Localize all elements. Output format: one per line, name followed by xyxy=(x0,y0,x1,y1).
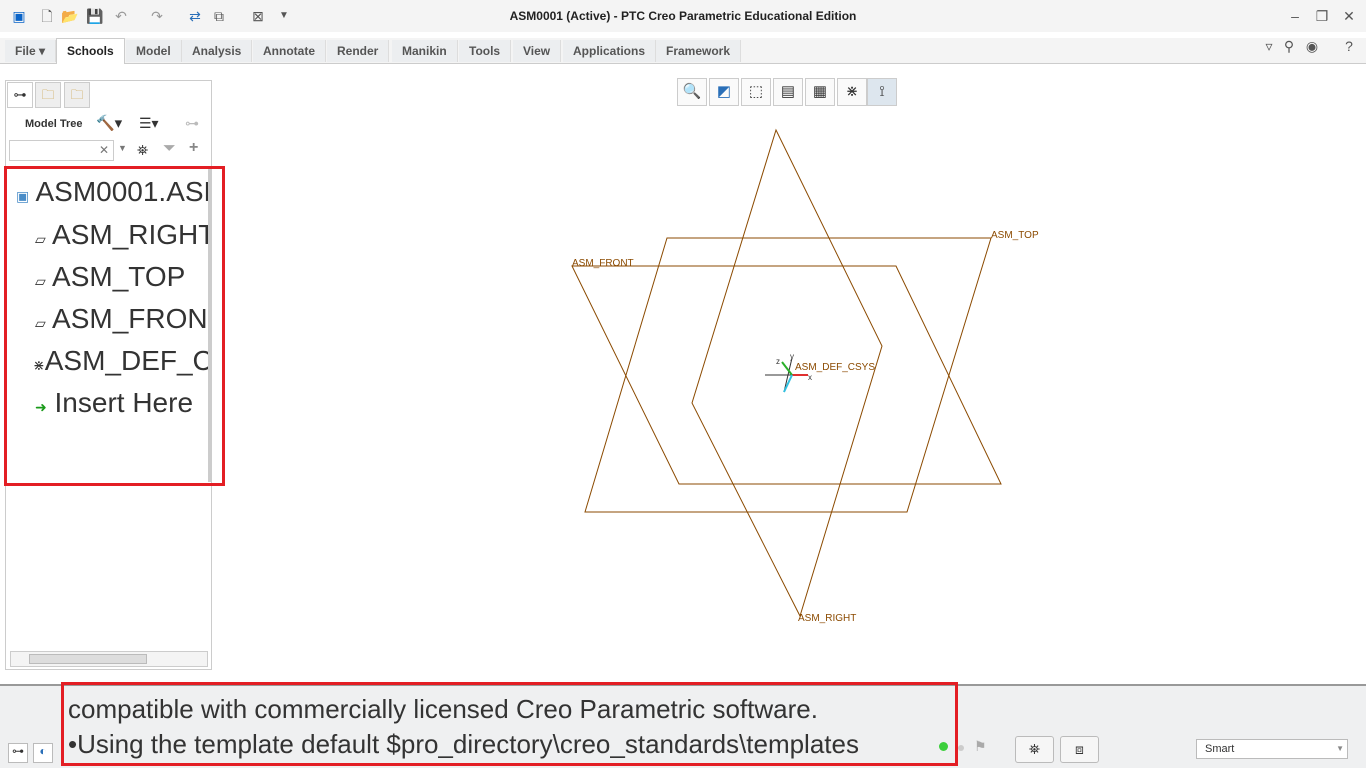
datum-plane-right[interactable] xyxy=(691,128,883,618)
y-axis-label: y xyxy=(790,352,794,361)
toggle-navigator-icon[interactable]: ⊶ xyxy=(8,743,28,763)
filter-value: Smart xyxy=(1205,743,1235,755)
plane-label-top: ASM_TOP xyxy=(991,230,1039,241)
chevron-down-icon: ▼ xyxy=(1336,744,1344,753)
find-button[interactable]: ⛯ xyxy=(1015,736,1054,763)
selection-buffer-button[interactable]: ⧈ xyxy=(1060,736,1099,763)
selection-filter-dropdown[interactable]: Smart ▼ xyxy=(1196,739,1348,759)
regen-status-icon xyxy=(939,742,948,751)
csys-label: ASM_DEF_CSYS xyxy=(795,362,875,373)
plane-label-front: ASM_FRONT xyxy=(572,258,634,269)
z-axis-label: z xyxy=(776,357,780,366)
browser-icon[interactable]: ◐ xyxy=(33,743,53,763)
highlight-box-messages xyxy=(61,682,958,766)
flag-icon[interactable]: ⚑ xyxy=(974,738,987,755)
status-dot-icon xyxy=(958,745,964,751)
x-axis-label: x xyxy=(808,373,812,382)
graphics-area[interactable]: x y z ASM_DEF_CSYS ASM_TOP ASM_FRONT ASM… xyxy=(0,0,1366,768)
plane-label-right: ASM_RIGHT xyxy=(798,613,856,624)
